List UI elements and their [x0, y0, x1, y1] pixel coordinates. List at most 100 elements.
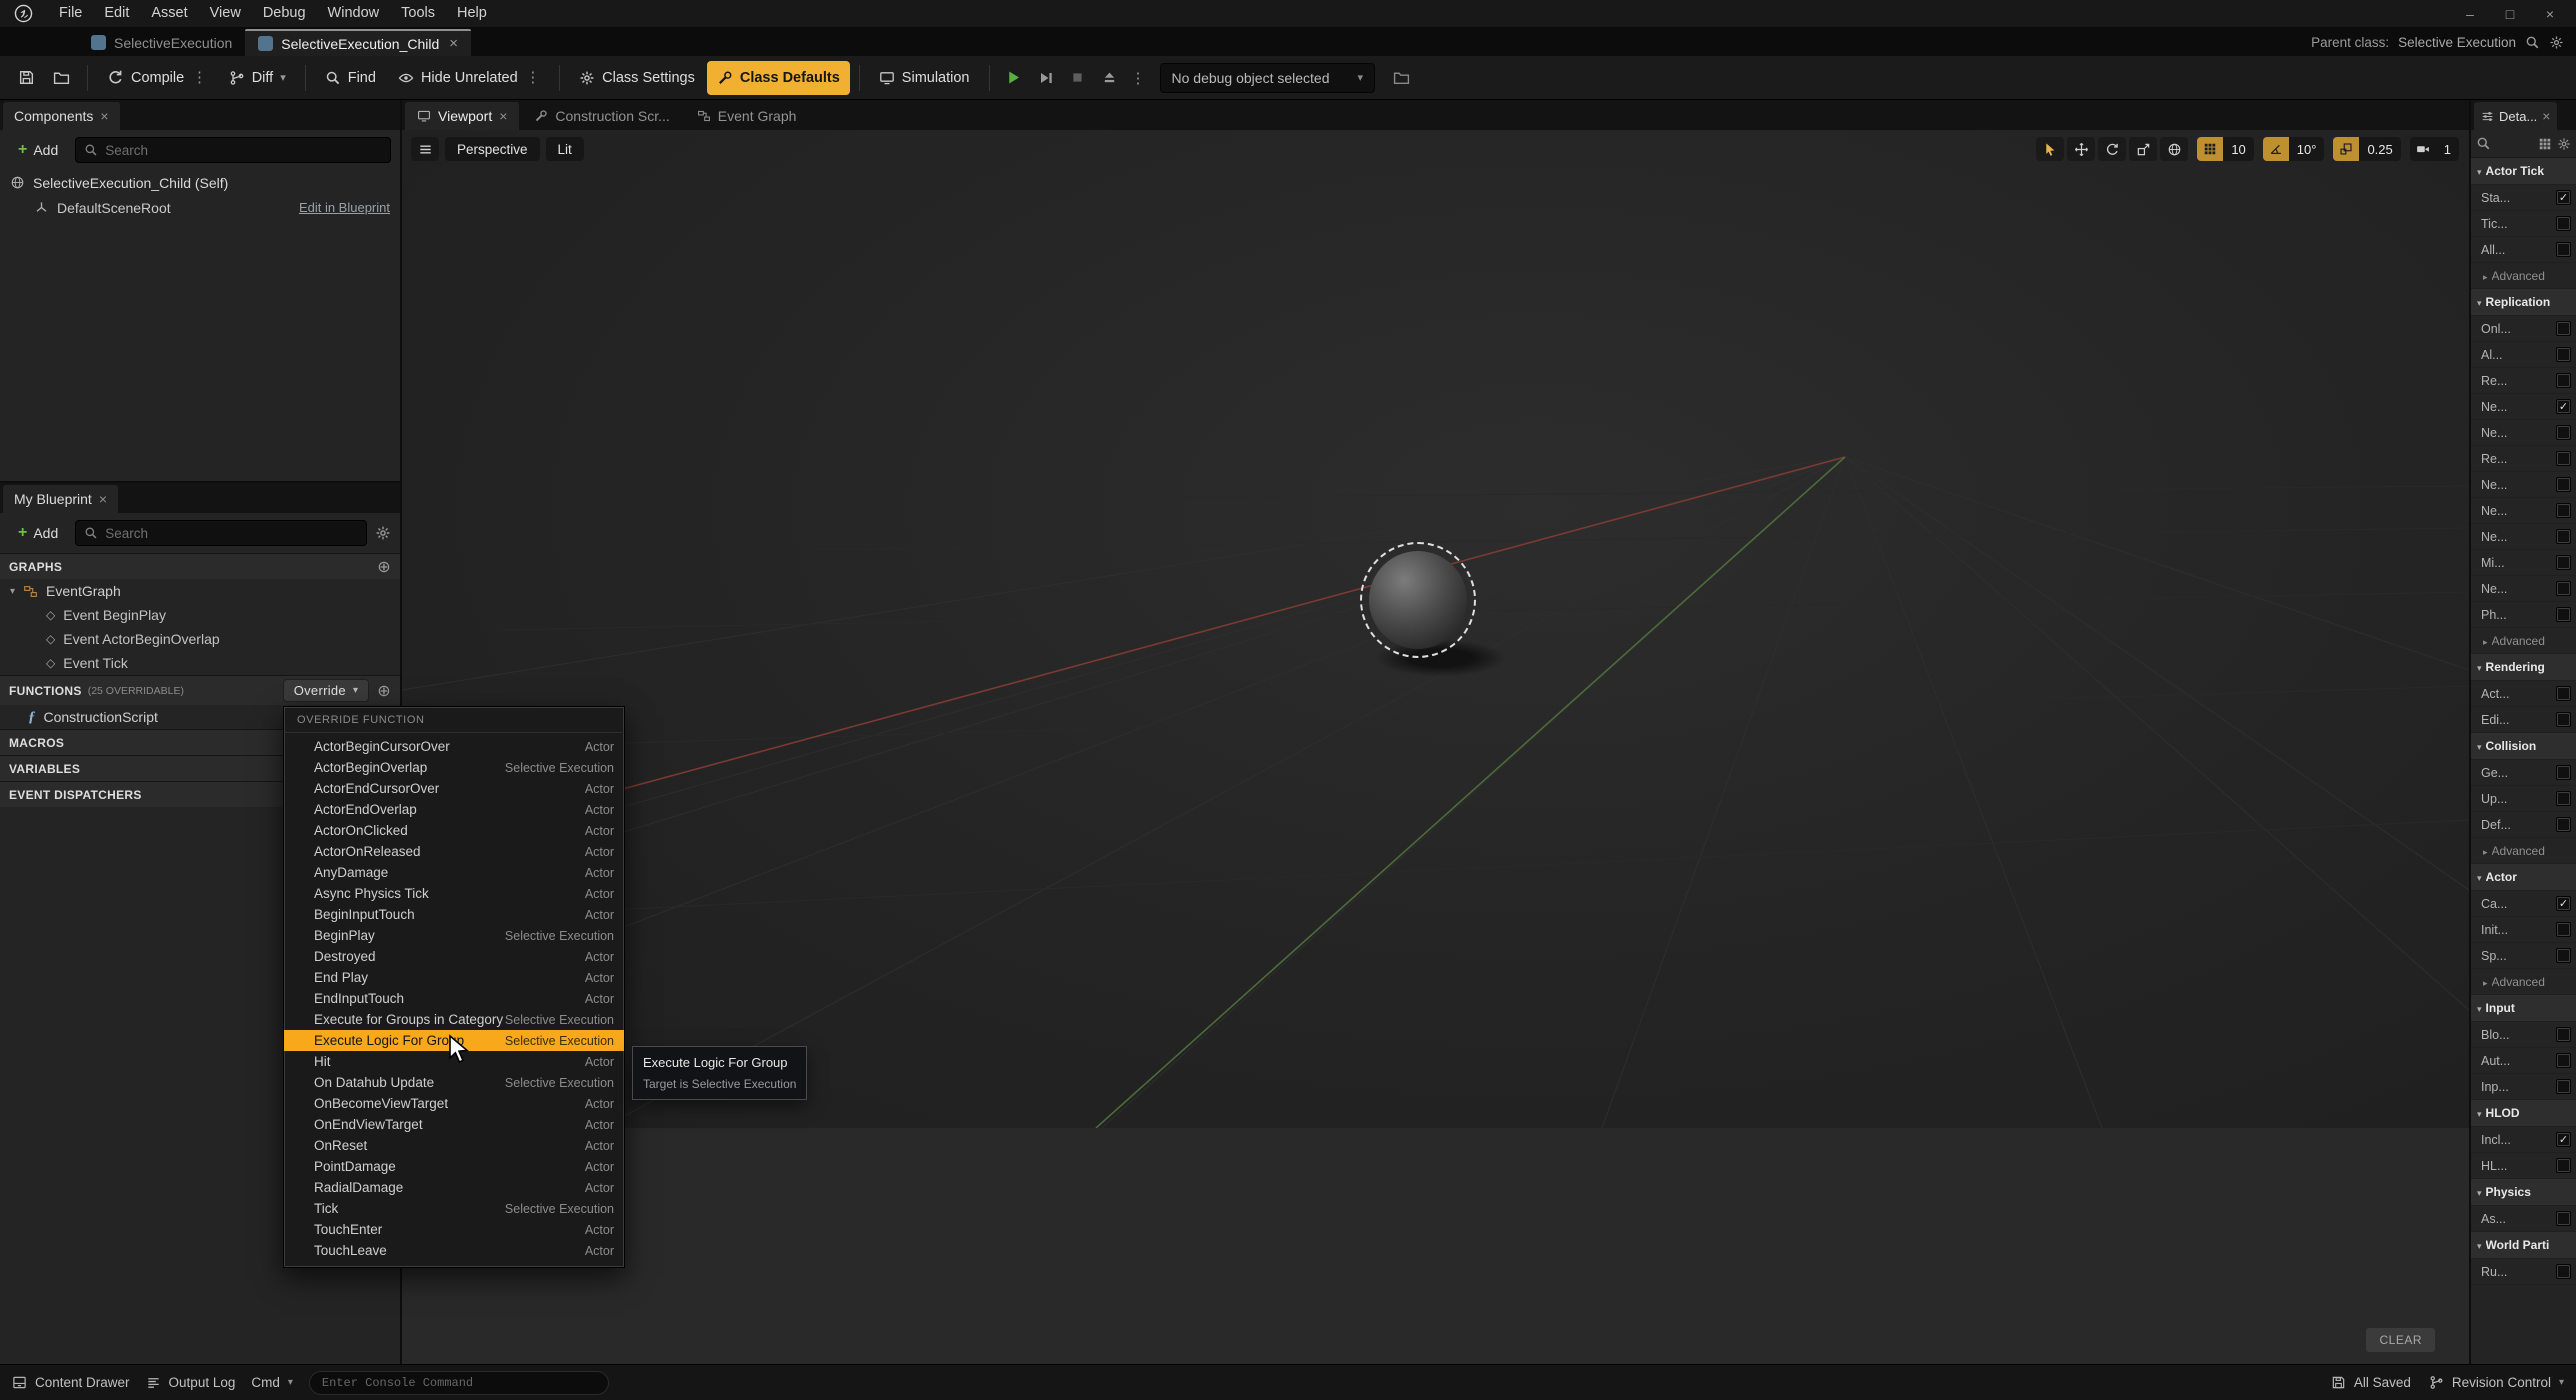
scale-snap-value[interactable]: 0.25	[2359, 137, 2400, 161]
details-item[interactable]: Tic...	[2471, 211, 2576, 237]
camera-speed-button[interactable]	[2410, 137, 2436, 161]
rotation-snap-value[interactable]: 10°	[2289, 137, 2325, 161]
menu-item[interactable]: Edit	[93, 0, 140, 27]
sphere-actor[interactable]	[1369, 551, 1467, 649]
components-search-box[interactable]	[75, 137, 391, 163]
property-checkbox[interactable]	[2556, 922, 2571, 937]
chevron-down-icon[interactable]	[10, 586, 15, 597]
override-menu-item[interactable]: ActorBeginOverlap Selective Execution	[284, 757, 624, 778]
select-mode-button[interactable]	[2036, 137, 2064, 161]
components-search-input[interactable]	[105, 143, 382, 158]
graphs-section-header[interactable]: GRAPHS	[0, 553, 400, 579]
console-command-input[interactable]	[322, 1376, 596, 1390]
tab-construction-script[interactable]: Construction Scr...	[522, 102, 681, 130]
minimize-icon[interactable]: –	[2450, 1, 2490, 27]
grid-snap-value[interactable]: 10	[2223, 137, 2253, 161]
details-item[interactable]: Rendering	[2471, 654, 2576, 681]
tab-my-blueprint[interactable]: My Blueprint	[3, 485, 118, 513]
revision-control-button[interactable]: Revision Control	[2429, 1375, 2564, 1390]
grid-snap-toggle[interactable]	[2197, 137, 2223, 161]
override-menu-item[interactable]: ActorOnReleased Actor	[284, 841, 624, 862]
property-checkbox[interactable]	[2556, 477, 2571, 492]
property-checkbox[interactable]	[2556, 503, 2571, 518]
search-icon[interactable]	[2525, 35, 2540, 50]
hide-unrelated-button[interactable]: Hide Unrelated	[388, 61, 550, 95]
all-saved-button[interactable]: All Saved	[2331, 1375, 2411, 1390]
scale-mode-button[interactable]	[2129, 137, 2157, 161]
close-icon[interactable]	[499, 108, 507, 124]
override-menu-item[interactable]: OnBecomeViewTarget Actor	[284, 1093, 624, 1114]
override-menu-item[interactable]: ActorOnClicked Actor	[284, 820, 624, 841]
override-menu-item[interactable]: ActorEndOverlap Actor	[284, 799, 624, 820]
details-item[interactable]: Advanced	[2471, 263, 2576, 289]
property-checkbox[interactable]	[2556, 1158, 2571, 1173]
override-dropdown-button[interactable]: Override	[283, 679, 370, 702]
tab-event-graph[interactable]: Event Graph	[685, 102, 809, 130]
add-new-button[interactable]: Add	[9, 520, 67, 546]
gear-icon[interactable]	[375, 525, 391, 541]
class-settings-button[interactable]: Class Settings	[569, 61, 705, 95]
menu-item[interactable]: Debug	[252, 0, 317, 27]
tab-selectiveexecution-child[interactable]: SelectiveExecution_Child	[245, 29, 471, 56]
hide-unrelated-options-icon[interactable]	[526, 70, 541, 86]
details-item[interactable]: Incl...	[2471, 1127, 2576, 1153]
property-checkbox[interactable]	[2556, 948, 2571, 963]
details-item[interactable]: As...	[2471, 1206, 2576, 1232]
lit-button[interactable]: Lit	[546, 137, 584, 161]
override-menu-item[interactable]: ActorBeginCursorOver Actor	[284, 736, 624, 757]
clear-button[interactable]: CLEAR	[2366, 1328, 2435, 1352]
graph-row-eventgraph[interactable]: EventGraph	[0, 579, 400, 603]
property-checkbox[interactable]	[2556, 216, 2571, 231]
save-button[interactable]	[10, 61, 43, 95]
display-filter-icon[interactable]	[2538, 137, 2552, 151]
details-item[interactable]: Inp...	[2471, 1074, 2576, 1100]
perspective-button[interactable]: Perspective	[445, 137, 540, 161]
details-item[interactable]: Act...	[2471, 681, 2576, 707]
details-item[interactable]: Aut...	[2471, 1048, 2576, 1074]
property-checkbox[interactable]	[2556, 1211, 2571, 1226]
property-checkbox[interactable]	[2556, 581, 2571, 596]
property-checkbox[interactable]	[2556, 451, 2571, 466]
details-item[interactable]: HLOD	[2471, 1100, 2576, 1127]
cmd-dropdown[interactable]: Cmd	[251, 1375, 293, 1390]
override-menu-item[interactable]: PointDamage Actor	[284, 1156, 624, 1177]
details-item[interactable]: Ru...	[2471, 1259, 2576, 1285]
details-item[interactable]: Def...	[2471, 812, 2576, 838]
override-menu-item[interactable]: Destroyed Actor	[284, 946, 624, 967]
details-item[interactable]: Up...	[2471, 786, 2576, 812]
details-item[interactable]: Re...	[2471, 368, 2576, 394]
stop-button[interactable]	[1063, 63, 1093, 93]
search-icon[interactable]	[2476, 136, 2491, 151]
close-icon[interactable]	[2542, 108, 2550, 124]
property-checkbox[interactable]	[2556, 686, 2571, 701]
maximize-icon[interactable]: □	[2490, 1, 2530, 27]
override-menu-item[interactable]: EndInputTouch Actor	[284, 988, 624, 1009]
find-button[interactable]: Find	[315, 61, 386, 95]
tab-components[interactable]: Components	[3, 102, 120, 130]
viewport-options-button[interactable]	[411, 137, 439, 161]
console-command-box[interactable]	[309, 1371, 609, 1395]
play-options-icon[interactable]	[1127, 69, 1150, 87]
viewport-3d[interactable]: Perspective Lit 10 10° 0	[402, 130, 2469, 1128]
my-blueprint-search-input[interactable]	[105, 526, 358, 541]
rotation-snap-toggle[interactable]	[2263, 137, 2289, 161]
menu-item[interactable]: Help	[446, 0, 498, 27]
property-checkbox[interactable]	[2556, 399, 2571, 414]
frame-skip-button[interactable]	[1031, 63, 1061, 93]
details-item[interactable]: Replication	[2471, 289, 2576, 316]
override-menu-item[interactable]: End Play Actor	[284, 967, 624, 988]
menu-item[interactable]: Asset	[140, 0, 198, 27]
close-icon[interactable]	[100, 108, 108, 124]
unreal-logo-icon[interactable]	[8, 3, 38, 24]
property-checkbox[interactable]	[2556, 712, 2571, 727]
event-row-actorbeginoverlap[interactable]: Event ActorBeginOverlap	[0, 627, 400, 651]
property-checkbox[interactable]	[2556, 1264, 2571, 1279]
override-menu-item[interactable]: BeginPlay Selective Execution	[284, 925, 624, 946]
property-checkbox[interactable]	[2556, 555, 2571, 570]
add-graph-icon[interactable]	[377, 557, 391, 577]
close-icon[interactable]	[449, 35, 458, 52]
details-item[interactable]: Init...	[2471, 917, 2576, 943]
override-menu-item[interactable]: OnEndViewTarget Actor	[284, 1114, 624, 1135]
details-item[interactable]: World Parti	[2471, 1232, 2576, 1259]
diff-button[interactable]: Diff	[219, 61, 296, 95]
